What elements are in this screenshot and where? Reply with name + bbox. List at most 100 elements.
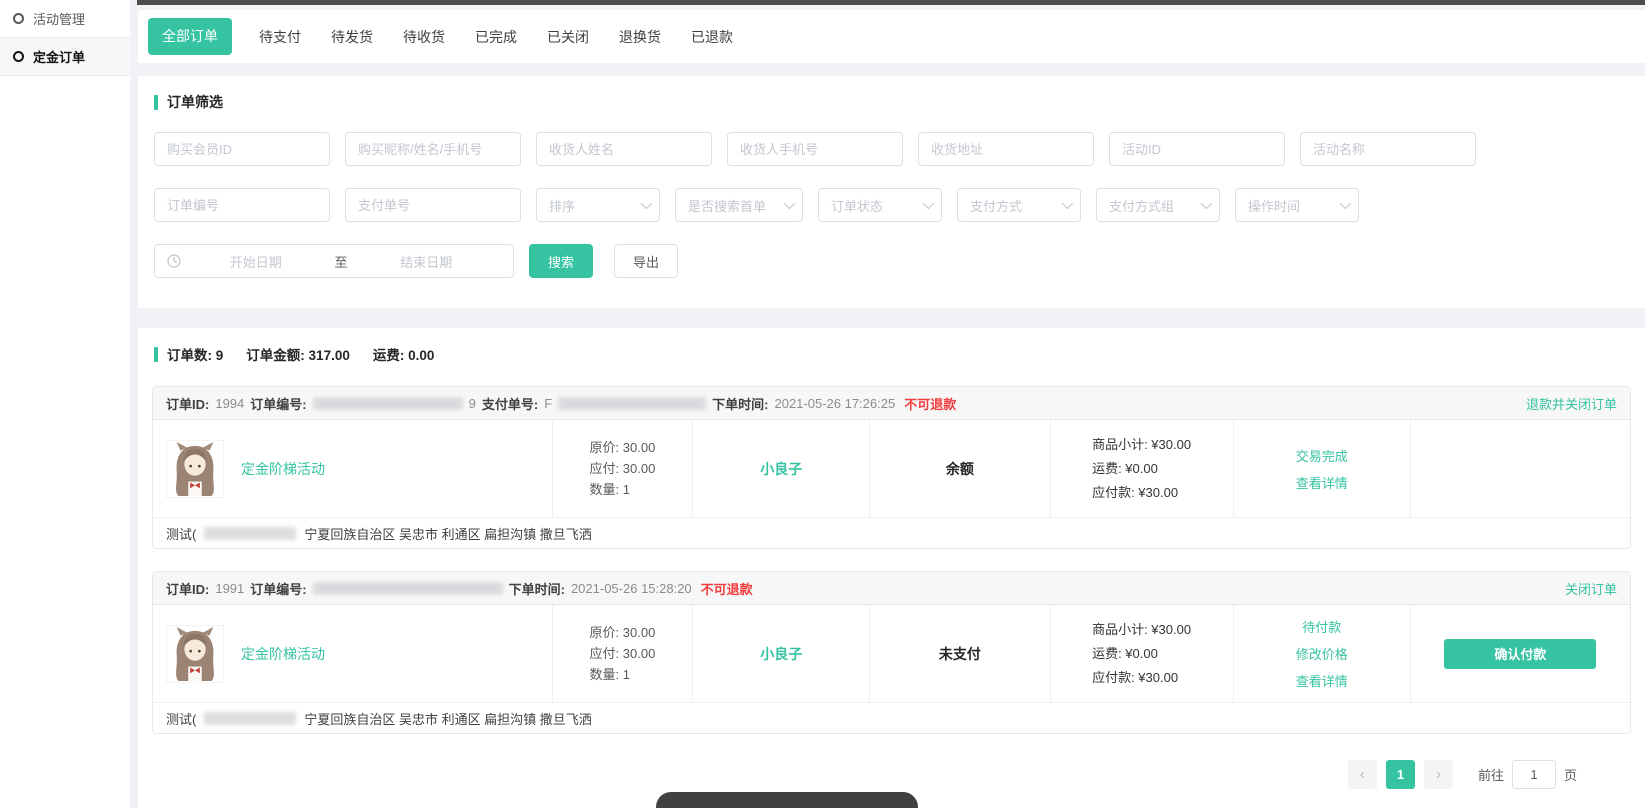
order-amount-value: 317.00 [309,348,350,363]
product-name-link[interactable]: 定金阶梯活动 [241,644,325,664]
chevron-down-icon [1340,198,1351,209]
export-button[interactable]: 导出 [614,244,678,278]
tab-refunded[interactable]: 已退款 [691,27,733,47]
order-header: 订单ID: 1994 订单编号: 9 支付单号: F 下单时间: 2021-05… [153,387,1630,420]
confirm-payment-button[interactable]: 确认付款 [1444,639,1596,669]
payment-no-input[interactable] [345,188,521,222]
end-date-placeholder: 结束日期 [352,252,502,271]
sidebar-item-activity-management[interactable]: 活动管理 [0,0,130,38]
buyer-member-id-input[interactable] [154,132,330,166]
amount-payable: 应付款: ¥30.00 [1092,481,1191,505]
date-range-picker[interactable]: 开始日期 至 结束日期 [154,244,514,278]
filter-row-1 [154,132,1629,166]
sort-select-label: 排序 [549,196,575,215]
pay-method-select[interactable]: 支付方式 [957,188,1081,222]
actions-cell: 交易完成 查看详情 [1233,420,1410,517]
tab-all-orders[interactable]: 全部订单 [148,18,232,55]
original-price: 原价: 30.00 [590,622,656,643]
bottom-overlay [656,792,918,808]
order-address-row: 测试( 宁夏回族自治区 吴忠市 利通区 扁担沟镇 撒旦飞洒 [153,702,1630,733]
order-filter-panel: 订单筛选 排序 是否搜索首单 订单状态 [138,76,1645,308]
button-cell: 确认付款 [1410,605,1630,702]
order-status-select-label: 订单状态 [831,196,883,215]
redacted-order-number [313,397,463,410]
non-refundable-flag: 不可退款 [904,394,956,413]
order-id-label: 订单ID: [166,579,209,598]
buyer-name-link[interactable]: 小良子 [760,459,802,479]
circle-icon [13,13,24,24]
order-amount-label: 订单金额: [246,348,305,363]
search-button[interactable]: 搜索 [529,244,593,278]
receiver-phone-input[interactable] [727,132,903,166]
next-page-icon[interactable]: › [1424,760,1453,789]
goto-label: 前往 [1478,765,1504,784]
filter-row-2: 排序 是否搜索首单 订单状态 支付方式 支付方式组 操作时间 [154,188,1629,222]
price-cell: 原价: 30.00 应付: 30.00 数量: 1 [552,605,692,702]
tab-pending-shipment[interactable]: 待发货 [331,27,373,47]
sort-select[interactable]: 排序 [536,188,660,222]
goto-page-input[interactable] [1512,760,1556,789]
order-status-select[interactable]: 订单状态 [818,188,942,222]
pay-method-value: 未支付 [939,644,981,664]
order-time-value: 2021-05-26 17:26:25 [774,396,895,411]
quantity: 数量: 1 [590,479,656,500]
subtotal: 商品小计: ¥30.00 [1092,618,1191,642]
payment-no-head: F [544,396,552,411]
tab-pending-receipt[interactable]: 待收货 [403,27,445,47]
orders-panel: 订单数: 9 订单金额: 317.00 运费: 0.00 订单ID: 1994 … [138,328,1645,808]
activity-id-input[interactable] [1109,132,1285,166]
view-details-link[interactable]: 查看详情 [1296,473,1348,492]
chevron-down-icon [641,198,652,209]
prev-page-icon[interactable]: ‹ [1348,760,1377,789]
pay-method-group-select-label: 支付方式组 [1109,196,1174,215]
original-price: 原价: 30.00 [590,437,656,458]
first-order-select[interactable]: 是否搜索首单 [675,188,803,222]
redacted-receiver-info [204,712,296,725]
buyer-name-link[interactable]: 小良子 [760,644,802,664]
address-text: 宁夏回族自治区 吴忠市 利通区 扁担沟镇 撒旦飞洒 [304,524,591,543]
view-details-link[interactable]: 查看详情 [1296,671,1348,690]
close-order-link[interactable]: 关闭订单 [1565,579,1617,598]
top-scrollbar [137,0,1645,5]
freight-value: 0.00 [408,348,434,363]
chevron-down-icon [1062,198,1073,209]
order-header: 订单ID: 1991 订单编号: 下单时间: 2021-05-26 15:28:… [153,572,1630,605]
tab-return-exchange[interactable]: 退换货 [619,27,661,47]
freight: 运费: ¥0.00 [1092,457,1191,481]
buyer-cell: 小良子 [692,420,869,517]
operation-time-select[interactable]: 操作时间 [1235,188,1359,222]
current-page-button[interactable]: 1 [1386,760,1415,789]
tab-pending-payment[interactable]: 待支付 [259,27,301,47]
activity-name-input[interactable] [1300,132,1476,166]
order-no-tail: 9 [469,396,476,411]
sidebar: 活动管理 定金订单 [0,0,130,808]
receiver-address-input[interactable] [918,132,1094,166]
subtotal: 商品小计: ¥30.00 [1092,433,1191,457]
refund-and-close-order-link[interactable]: 退款并关闭订单 [1526,394,1617,413]
order-no-label: 订单编号: [250,394,306,413]
receiver-name-input[interactable] [536,132,712,166]
status-pending-payment-link[interactable]: 待付款 [1302,617,1341,636]
tab-completed[interactable]: 已完成 [475,27,517,47]
pay-method-group-select[interactable]: 支付方式组 [1096,188,1220,222]
order-time-label: 下单时间: [712,394,768,413]
pay-method-cell: 未支付 [869,605,1049,702]
sidebar-item-deposit-orders[interactable]: 定金订单 [0,38,130,76]
clock-icon [167,254,181,268]
buyer-cell: 小良子 [692,605,869,702]
buyer-nickname-input[interactable] [345,132,521,166]
redacted-payment-number [558,397,706,410]
order-time-value: 2021-05-26 15:28:20 [571,581,692,596]
goto-page-group: 前往 页 [1478,760,1577,789]
payable-price: 应付: 30.00 [590,458,656,479]
button-cell [1410,420,1630,517]
order-id-value: 1994 [215,396,244,411]
tab-closed[interactable]: 已关闭 [547,27,589,47]
modify-price-link[interactable]: 修改价格 [1296,644,1348,663]
page-unit-label: 页 [1564,765,1577,784]
order-count-value: 9 [216,348,224,363]
product-name-link[interactable]: 定金阶梯活动 [241,459,325,479]
quantity: 数量: 1 [590,664,656,685]
status-completed-link[interactable]: 交易完成 [1296,446,1348,465]
order-no-input[interactable] [154,188,330,222]
